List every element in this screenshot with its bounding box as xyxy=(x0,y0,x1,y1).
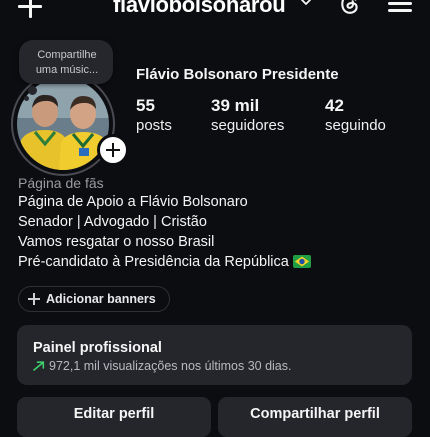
bio-line: Vamos resgatar o nosso Brasil xyxy=(18,234,215,250)
professional-dashboard-card[interactable]: Painel profissional 972,1 mil visualizaç… xyxy=(17,325,412,385)
stat-posts-label: posts xyxy=(136,117,172,134)
plus-icon xyxy=(28,293,40,305)
edit-profile-label: Editar perfil xyxy=(73,406,155,422)
stat-following-value: 42 xyxy=(325,96,344,115)
note-bubble[interactable]: Compartilhe uma músic... xyxy=(19,40,113,84)
share-profile-label: Compartilhar perfil xyxy=(250,406,380,422)
panel-stats: 972,1 mil visualizações nos últimos 30 d… xyxy=(33,359,291,373)
add-banners-label: Adicionar banners xyxy=(46,292,156,306)
bio-line: Página de Apoio a Flávio Bolsonaro xyxy=(18,194,248,210)
panel-title: Painel profissional xyxy=(33,340,162,356)
note-text: Compartilhe uma músic... xyxy=(35,49,99,76)
note-bubble-tail-small xyxy=(24,96,29,101)
username-header[interactable]: flaviobolsonarou xyxy=(113,0,286,18)
panel-stats-text: 972,1 mil visualizações nos últimos 30 d… xyxy=(49,359,292,373)
bio-line-with-flag: Pré-candidato à Presidência da República xyxy=(18,254,311,270)
note-bubble-tail xyxy=(28,86,37,95)
profile-avatar-container[interactable] xyxy=(11,72,129,176)
chevron-down-icon[interactable] xyxy=(300,0,312,8)
display-name: Flávio Bolsonaro Presidente xyxy=(136,66,339,83)
create-plus-icon[interactable] xyxy=(16,0,44,20)
share-profile-button[interactable]: Compartilhar perfil xyxy=(218,397,412,437)
threads-icon[interactable] xyxy=(338,0,362,16)
stat-following-label: seguindo xyxy=(325,117,386,134)
stat-followers[interactable]: 39 mil seguidores xyxy=(211,96,284,136)
stat-posts[interactable]: 55 posts xyxy=(136,96,172,136)
top-bar: flaviobolsonarou xyxy=(0,0,430,22)
stat-posts-value: 55 xyxy=(136,96,155,115)
hamburger-menu-icon[interactable] xyxy=(388,0,412,16)
stat-following[interactable]: 42 seguindo xyxy=(325,96,386,136)
add-story-plus-icon[interactable] xyxy=(97,134,129,166)
edit-profile-button[interactable]: Editar perfil xyxy=(17,397,211,437)
bio-category: Página de fãs xyxy=(18,175,104,191)
stat-followers-label: seguidores xyxy=(211,117,285,134)
bio-line: Senador | Advogado | Cristão xyxy=(18,214,207,230)
add-banners-button[interactable]: Adicionar banners xyxy=(18,286,170,312)
stat-followers-value: 39 mil xyxy=(211,96,260,115)
bio-line: Pré-candidato à Presidência da República xyxy=(18,254,289,270)
trend-up-arrow-icon xyxy=(33,361,45,371)
brazil-flag-icon xyxy=(292,255,311,268)
